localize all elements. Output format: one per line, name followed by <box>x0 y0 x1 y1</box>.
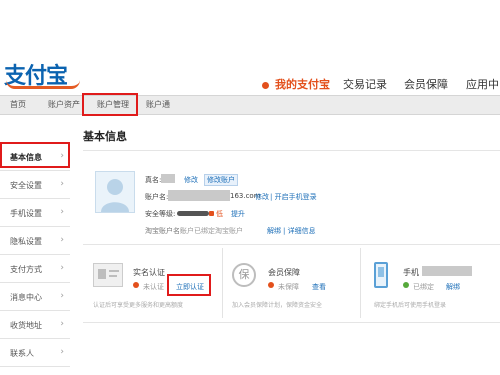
account-label: 账户名: <box>145 193 169 201</box>
card-realname-title: 实名认证 <box>133 268 165 277</box>
account-redacted <box>168 190 230 201</box>
title-divider <box>83 150 500 151</box>
name-redacted <box>161 174 175 183</box>
subnav-home[interactable]: 首页 <box>10 99 26 110</box>
cards-bottom-divider <box>83 322 500 323</box>
card-separator <box>222 248 223 318</box>
card-separator <box>360 248 361 318</box>
card-realname-status: 未认证 <box>143 283 164 291</box>
sidebar-item-messages[interactable]: 消息中心 › <box>0 283 70 311</box>
highlight-account-management <box>82 93 138 116</box>
taobao-details-link[interactable]: | 详细信息 <box>283 226 316 236</box>
subnav-account-link[interactable]: 账户通 <box>146 99 170 110</box>
card-phone-desc: 绑定手机后可使用手机登录 <box>374 302 447 309</box>
card-protection-status: 未保障 <box>278 283 299 291</box>
sidebar-item-payment[interactable]: 支付方式 › <box>0 255 70 283</box>
warning-icon <box>133 282 139 288</box>
security-bar-level <box>209 211 214 216</box>
card-protection-title: 会员保障 <box>268 268 300 277</box>
security-level: 低 <box>216 210 223 218</box>
sidebar-item-address[interactable]: 收货地址 › <box>0 311 70 339</box>
check-icon <box>403 282 409 288</box>
phone-unbind-link[interactable]: 解绑 <box>446 282 460 292</box>
taobao-unbind-link[interactable]: 解绑 <box>267 226 281 236</box>
nav-member-protection[interactable]: 会员保障 <box>404 76 448 92</box>
highlight-verify-now <box>167 274 211 296</box>
sidebar-item-contacts[interactable]: 联系人 › <box>0 339 70 367</box>
sidebar-item-security[interactable]: 安全设置 › <box>0 171 70 199</box>
taobao-label: 淘宝账户名: <box>145 227 183 235</box>
protection-view-link[interactable]: 查看 <box>312 282 326 292</box>
card-realname-desc: 认证后可享受更多服务和更高额度 <box>93 302 184 309</box>
phone-number-redacted <box>422 266 472 276</box>
id-card-icon <box>93 263 123 287</box>
card-protection-desc: 加入会员保障计划，保障资金安全 <box>232 302 323 309</box>
subnav-assets[interactable]: 账户资产 <box>48 99 80 110</box>
sidebar-item-privacy[interactable]: 隐私设置 › <box>0 227 70 255</box>
phone-icon <box>374 262 388 288</box>
warning-icon <box>268 282 274 288</box>
sub-navigation: 首页 账户资产 账户管理 账户通 <box>0 95 500 115</box>
nav-transactions[interactable]: 交易记录 <box>343 76 387 92</box>
enable-phone-login-link[interactable]: | 开启手机登录 <box>270 192 317 202</box>
security-upgrade-link[interactable]: 提升 <box>231 209 245 219</box>
name-badge[interactable]: 修改账户 <box>204 174 238 186</box>
cards-divider <box>83 244 500 245</box>
avatar[interactable] <box>95 171 135 213</box>
user-silhouette-icon <box>101 179 129 212</box>
security-label: 安全等级: <box>145 210 176 218</box>
account-edit-link[interactable]: 修改 <box>255 192 269 202</box>
taobao-value: 账户已绑定淘宝账户 <box>180 227 243 235</box>
security-bar <box>177 211 209 216</box>
alipay-logo[interactable]: 支付宝 <box>4 58 80 90</box>
name-edit-link[interactable]: 修改 <box>184 175 198 185</box>
card-phone-title: 手机 <box>403 268 419 277</box>
card-phone-status: 已绑定 <box>413 283 434 291</box>
name-label: 真名: <box>145 176 162 184</box>
page-title: 基本信息 <box>83 130 127 143</box>
sidebar-item-phone[interactable]: 手机设置 › <box>0 199 70 227</box>
highlight-basic-info <box>0 142 70 168</box>
nav-my-alipay[interactable]: 我的支付宝 <box>262 76 330 92</box>
nav-active-dot-icon <box>262 81 269 89</box>
protection-shield-icon: 保 <box>232 263 256 287</box>
